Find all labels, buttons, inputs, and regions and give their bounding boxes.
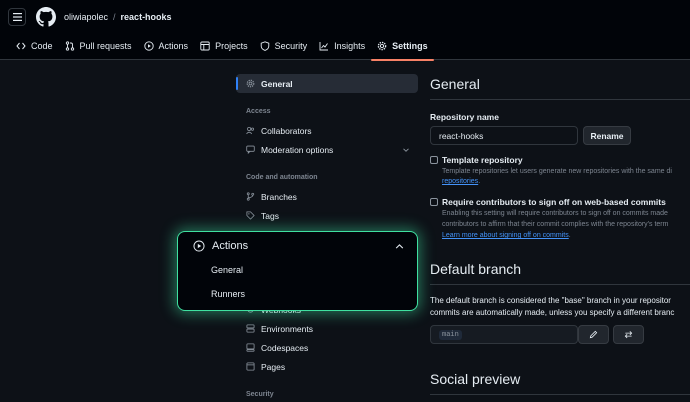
arrow-switch-icon xyxy=(624,331,633,339)
owner-link[interactable]: oliwiapolec xyxy=(64,12,108,22)
signoff-link[interactable]: Learn more about signing off on commits xyxy=(442,232,569,239)
actions-menu-header[interactable]: Actions xyxy=(193,240,248,252)
browser-icon xyxy=(246,362,255,371)
sidebar-item-label: Collaborators xyxy=(261,125,312,136)
repo-name-input[interactable] xyxy=(430,126,578,145)
sidebar-item-label: Moderation options xyxy=(261,144,334,155)
sidebar-heading-code: Code and automation xyxy=(246,174,318,181)
actions-menu-popover: Actions General Runners xyxy=(177,231,418,311)
tab-projects[interactable]: Projects xyxy=(194,36,254,56)
tab-code[interactable]: Code xyxy=(10,36,59,56)
gear-icon xyxy=(377,41,387,51)
repo-link[interactable]: react-hooks xyxy=(121,12,172,22)
sidebar-item-pages[interactable]: Pages xyxy=(236,357,418,376)
page-title: General xyxy=(430,76,480,92)
code-icon xyxy=(16,42,26,50)
default-branch-description-line-1: The default branch is considered the "ba… xyxy=(430,296,671,305)
branch-icon xyxy=(246,192,255,201)
switch-branch-button[interactable] xyxy=(613,325,644,344)
top-header: oliwiapolec / react-hooks Code Pull requ… xyxy=(0,0,690,61)
sidebar-item-label: Codespaces xyxy=(261,342,309,353)
branch-name: main xyxy=(439,329,462,340)
people-icon xyxy=(246,126,255,135)
sidebar-item-label: Environments xyxy=(261,323,313,334)
repo-tabs: Code Pull requests Actions Projects Secu… xyxy=(10,36,434,61)
sidebar-item-tags[interactable]: Tags xyxy=(236,206,418,225)
play-icon xyxy=(193,240,205,252)
rename-button[interactable]: Rename xyxy=(583,126,631,145)
sidebar-item-moderation[interactable]: Moderation options xyxy=(236,140,418,159)
sidebar-item-label: Branches xyxy=(261,191,297,202)
tab-pull-requests-label: Pull requests xyxy=(79,41,132,51)
sidebar-item-label: Pages xyxy=(261,361,286,372)
hamburger-icon xyxy=(12,13,22,21)
tab-pull-requests[interactable]: Pull requests xyxy=(59,36,138,56)
pencil-icon xyxy=(589,330,598,339)
template-title: Template repository xyxy=(442,155,523,165)
signoff-description-line-1: Enabling this setting will require contr… xyxy=(442,210,668,217)
template-description: Template repositories let users generate… xyxy=(442,168,672,175)
chevron-down-icon xyxy=(403,147,409,152)
signoff-checkbox[interactable] xyxy=(430,198,438,206)
signoff-link-line: Learn more about signing off on commits. xyxy=(442,232,571,239)
social-preview-title: Social preview xyxy=(430,371,521,387)
actions-menu-item-general[interactable]: General xyxy=(211,265,243,275)
menu-button[interactable] xyxy=(8,8,26,26)
sidebar-item-codespaces[interactable]: Codespaces xyxy=(236,338,418,357)
codespaces-icon xyxy=(246,343,255,352)
sidebar-item-branches[interactable]: Branches xyxy=(236,187,418,206)
actions-menu-item-runners[interactable]: Runners xyxy=(211,289,245,299)
tab-insights[interactable]: Insights xyxy=(313,36,371,56)
pull-request-icon xyxy=(65,41,74,51)
edit-branch-button[interactable] xyxy=(578,325,609,344)
breadcrumb-separator: / xyxy=(113,12,116,22)
sidebar-item-collaborators[interactable]: Collaborators xyxy=(236,121,418,140)
sidebar-heading-security: Security xyxy=(246,391,274,398)
shield-icon xyxy=(260,41,269,51)
sidebar-heading-access: Access xyxy=(246,108,271,115)
divider xyxy=(430,99,690,100)
gear-icon xyxy=(246,79,255,88)
github-logo-icon[interactable] xyxy=(36,7,56,27)
actions-menu-title: Actions xyxy=(212,240,249,252)
tab-code-label: Code xyxy=(31,41,53,51)
default-branch-description-line-2: commits are automatically made, unless y… xyxy=(430,308,675,317)
sidebar-item-environments[interactable]: Environments xyxy=(236,319,418,338)
breadcrumb: oliwiapolec / react-hooks xyxy=(64,12,172,22)
template-link[interactable]: repositories xyxy=(442,178,478,185)
template-link-line: repositories. xyxy=(442,178,481,185)
server-icon xyxy=(246,324,255,333)
tab-actions-label: Actions xyxy=(158,41,189,51)
sidebar-item-label: General xyxy=(261,78,293,89)
sidebar-item-label: Tags xyxy=(261,210,279,221)
tab-insights-label: Insights xyxy=(334,41,366,51)
default-branch-title: Default branch xyxy=(430,261,522,277)
tab-security-label: Security xyxy=(274,41,308,51)
chevron-up-icon[interactable] xyxy=(394,241,405,252)
sidebar-item-general[interactable]: General xyxy=(236,74,418,93)
signoff-description-line-2: contributors to affirm that their commit… xyxy=(442,221,669,228)
tab-security[interactable]: Security xyxy=(254,36,314,56)
default-branch-field: main xyxy=(430,325,578,344)
graph-icon xyxy=(319,42,329,51)
signoff-title: Require contributors to sign off on web-… xyxy=(442,197,666,207)
divider xyxy=(430,394,690,395)
template-checkbox[interactable] xyxy=(430,156,438,164)
tag-icon xyxy=(246,211,255,220)
tab-settings-label: Settings xyxy=(392,41,428,51)
play-icon xyxy=(143,41,154,51)
tab-actions[interactable]: Actions xyxy=(138,36,195,56)
divider xyxy=(430,284,690,285)
comment-icon xyxy=(246,145,255,154)
tab-settings[interactable]: Settings xyxy=(371,36,434,61)
tab-projects-label: Projects xyxy=(215,41,248,51)
table-icon xyxy=(200,41,210,51)
repo-name-label: Repository name xyxy=(430,112,499,122)
